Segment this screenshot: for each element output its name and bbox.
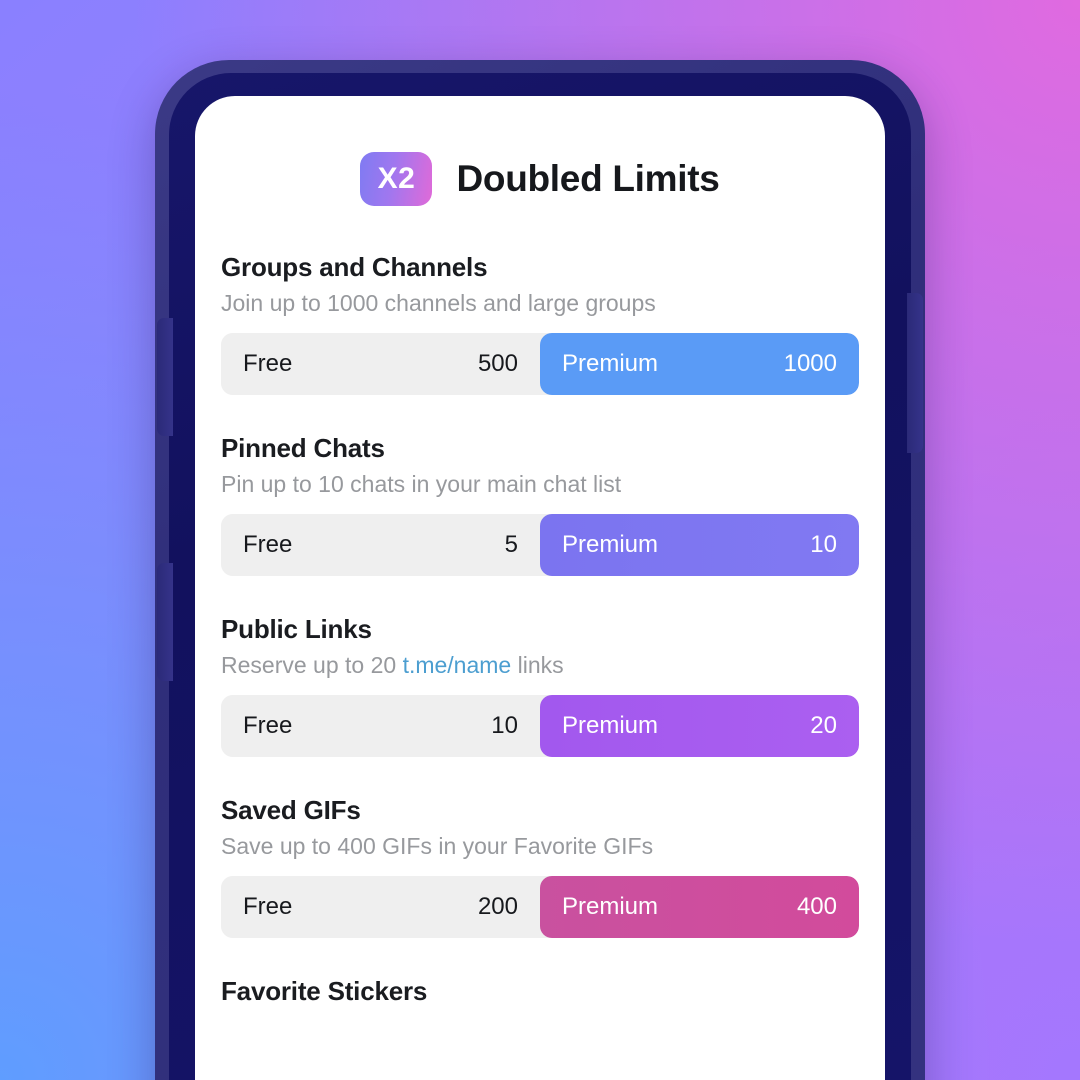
free-tier-label: Free xyxy=(243,350,293,377)
premium-tier-segment: Premium 400 xyxy=(540,876,859,938)
limit-comparison-bar: Free 10 Premium 20 xyxy=(221,695,859,757)
premium-tier-value: 1000 xyxy=(783,350,837,377)
phone-screen: X2 Doubled Limits Groups and Channels Joi… xyxy=(195,96,885,1080)
limit-description-text: Pin up to 10 chats in your main chat lis… xyxy=(221,471,622,497)
screen-content: X2 Doubled Limits Groups and Channels Joi… xyxy=(195,96,885,1080)
premium-tier-label: Premium xyxy=(562,531,659,558)
limit-description: Reserve up to 20 t.me/name links xyxy=(221,652,859,679)
background-gradient: X2 Doubled Limits Groups and Channels Joi… xyxy=(0,0,1080,1080)
premium-tier-label: Premium xyxy=(562,712,659,739)
premium-tier-value: 400 xyxy=(796,893,837,920)
premium-tier-segment: Premium 20 xyxy=(540,695,859,757)
limit-title: Pinned Chats xyxy=(221,433,385,463)
limit-title: Favorite Stickers xyxy=(221,976,428,1006)
phone-device-mockup: X2 Doubled Limits Groups and Channels Joi… xyxy=(155,60,925,1080)
limit-comparison-bar: Free 500 Premium 1000 xyxy=(221,333,859,395)
limit-description: Save up to 400 GIFs in your Favorite GIF… xyxy=(221,833,859,860)
limit-comparison-bar: Free 200 Premium 400 xyxy=(221,876,859,938)
page-title: Doubled Limits xyxy=(456,158,720,199)
premium-tier-label: Premium xyxy=(562,350,659,377)
volume-up-button[interactable] xyxy=(157,318,173,436)
power-button[interactable] xyxy=(907,293,923,453)
limit-description-text: Reserve up to 20 xyxy=(221,652,403,678)
premium-tier-value: 10 xyxy=(810,531,837,558)
premium-tier-segment: Premium 1000 xyxy=(540,333,859,395)
free-tier-label: Free xyxy=(243,531,293,558)
limit-description-text-after: links xyxy=(511,652,564,678)
limit-title: Saved GIFs xyxy=(221,795,361,825)
page-header: X2 Doubled Limits xyxy=(221,96,859,214)
x2-multiplier-badge: X2 xyxy=(360,152,433,206)
free-tier-label: Free xyxy=(243,712,293,739)
premium-tier-value: 20 xyxy=(810,712,837,739)
x2-badge-label: X2 xyxy=(377,162,416,195)
limit-description-text: Save up to 400 GIFs in your Favorite GIF… xyxy=(221,833,654,859)
limit-block: Public Links Reserve up to 20 t.me/name l… xyxy=(221,614,859,757)
premium-tier-segment: Premium 10 xyxy=(540,514,859,576)
free-tier-segment: Free 200 xyxy=(221,876,540,938)
limit-block: Saved GIFs Save up to 400 GIFs in your Fa… xyxy=(221,795,859,938)
limit-title: Groups and Channels xyxy=(221,252,488,282)
limit-description-text: Join up to 1000 channels and large group… xyxy=(221,290,656,316)
limit-block: Groups and Channels Join up to 1000 chann… xyxy=(221,252,859,395)
limit-block: Pinned Chats Pin up to 10 chats in your m… xyxy=(221,433,859,576)
free-tier-segment: Free 10 xyxy=(221,695,540,757)
free-tier-value: 200 xyxy=(477,893,518,920)
free-tier-value: 500 xyxy=(477,350,518,377)
free-tier-value: 5 xyxy=(504,531,518,558)
volume-down-button[interactable] xyxy=(157,563,173,681)
free-tier-value: 10 xyxy=(491,712,518,739)
limit-description-link[interactable]: t.me/name xyxy=(403,652,512,678)
free-tier-segment: Free 500 xyxy=(221,333,540,395)
limit-description: Join up to 1000 channels and large group… xyxy=(221,290,859,317)
limit-title: Public Links xyxy=(221,614,372,644)
limit-description: Pin up to 10 chats in your main chat lis… xyxy=(221,471,859,498)
limit-comparison-bar: Free 5 Premium 10 xyxy=(221,514,859,576)
free-tier-label: Free xyxy=(243,893,293,920)
free-tier-segment: Free 5 xyxy=(221,514,540,576)
limit-block: Favorite Stickers xyxy=(221,976,859,1007)
premium-tier-label: Premium xyxy=(562,893,659,920)
limits-list: Groups and Channels Join up to 1000 chann… xyxy=(221,252,859,1007)
